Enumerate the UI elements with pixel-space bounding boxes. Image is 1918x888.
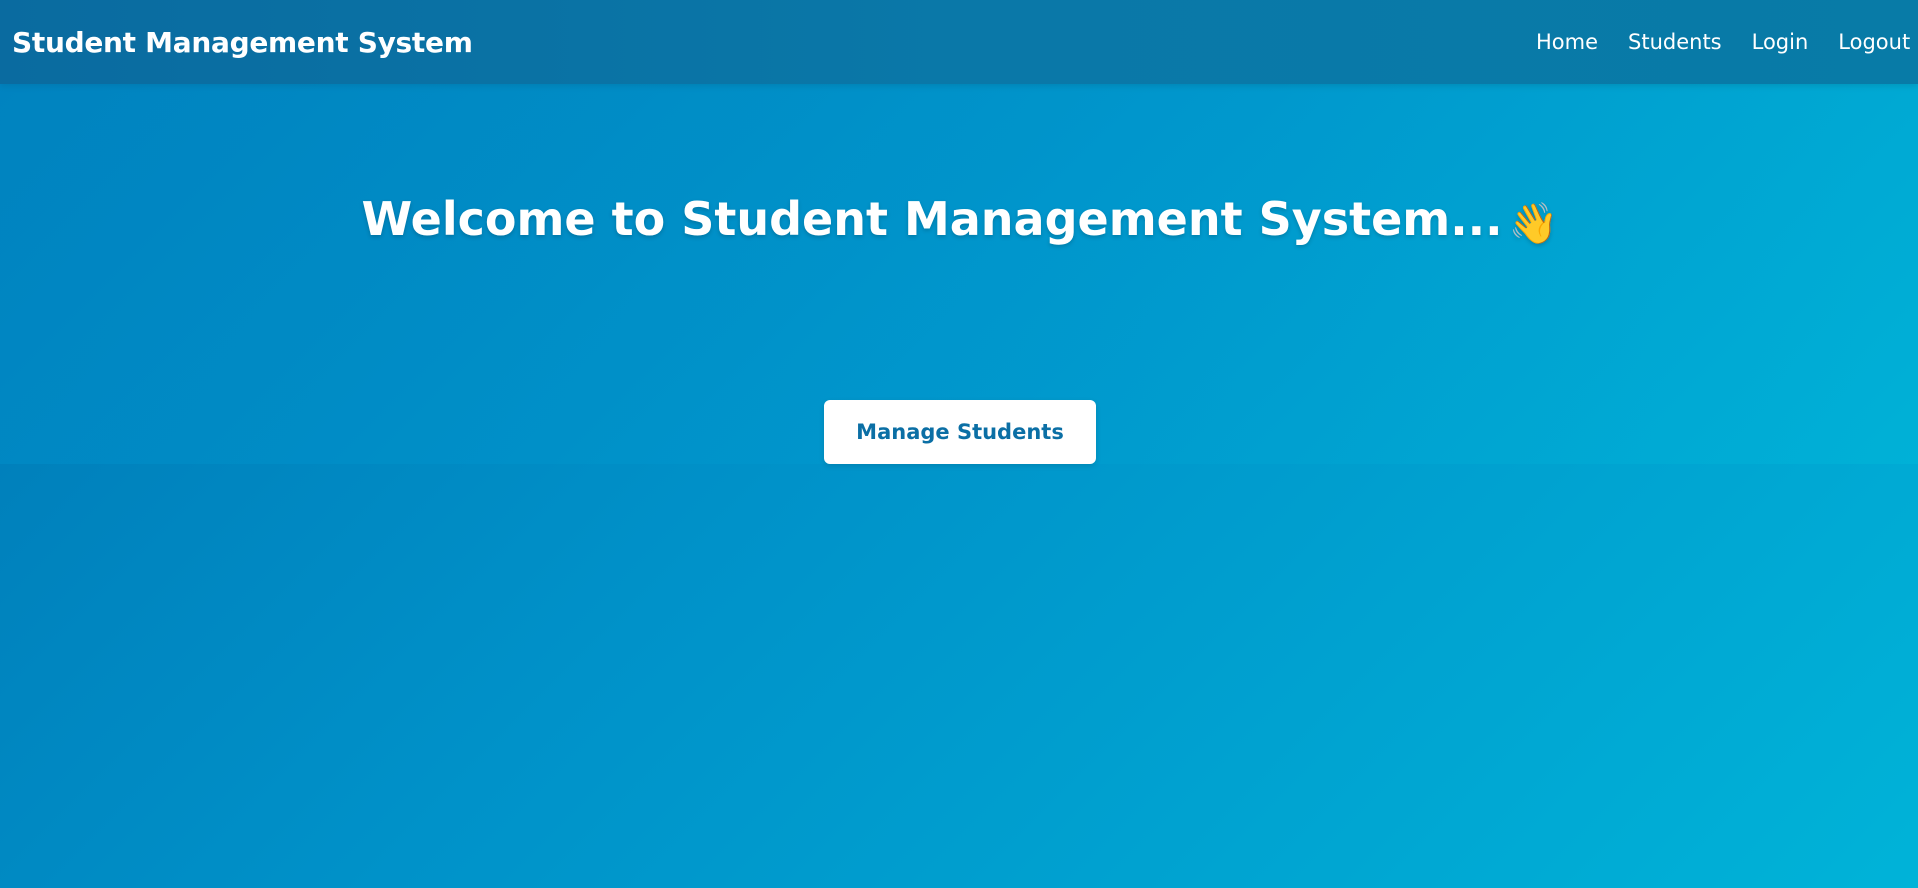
nav-link-students[interactable]: Students bbox=[1628, 30, 1722, 54]
nav-links: Home Students Login Logout bbox=[1536, 0, 1918, 84]
nav-link-login[interactable]: Login bbox=[1752, 30, 1809, 54]
waving-hand-icon: 👋 bbox=[1508, 201, 1559, 247]
hero-title: Welcome to Student Management System... 👋 bbox=[0, 192, 1918, 247]
navbar: Student Management System Home Students … bbox=[0, 0, 1918, 84]
hero-title-text-wrap: Welcome to Student Management System... 👋 bbox=[362, 192, 1559, 247]
manage-students-button[interactable]: Manage Students bbox=[824, 400, 1096, 464]
nav-link-home[interactable]: Home bbox=[1536, 30, 1598, 54]
hero-title-text: Welcome to Student Management System... bbox=[361, 192, 1503, 246]
nav-link-logout[interactable]: Logout bbox=[1838, 30, 1910, 54]
brand-title[interactable]: Student Management System bbox=[12, 26, 473, 59]
